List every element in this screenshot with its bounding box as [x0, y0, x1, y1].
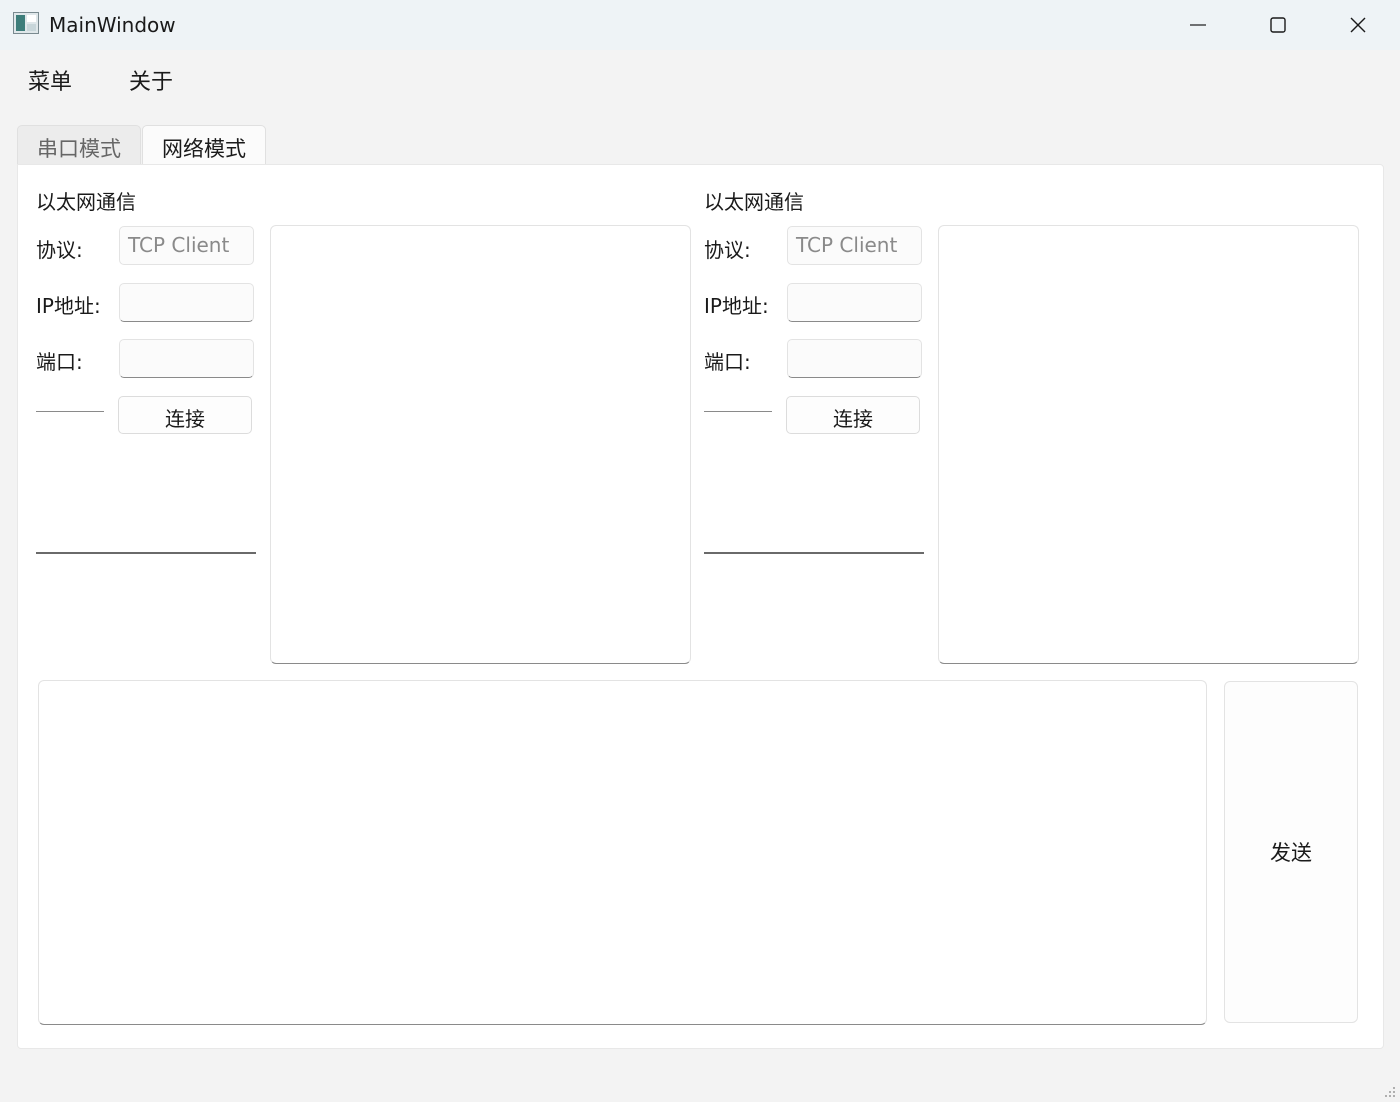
right-port-input[interactable]	[787, 339, 922, 378]
right-divider-long	[704, 552, 924, 554]
menu-bar: 菜单 关于	[0, 50, 1400, 106]
menu-item-menu[interactable]: 菜单	[28, 64, 72, 96]
app-icon	[13, 12, 39, 34]
tab-panel-network: 以太网通信 协议: TCP Client IP地址: 端口: 连接 以太网通信 …	[17, 164, 1384, 1049]
send-button[interactable]: 发送	[1224, 681, 1358, 1023]
left-ip-label: IP地址:	[36, 294, 101, 318]
left-protocol-label: 协议:	[36, 238, 83, 262]
left-port-input[interactable]	[119, 339, 254, 378]
close-icon	[1350, 17, 1366, 33]
left-divider-long	[36, 552, 256, 554]
right-connect-button[interactable]: 连接	[786, 396, 920, 434]
right-ip-label: IP地址:	[704, 294, 769, 318]
left-ip-input[interactable]	[119, 283, 254, 322]
right-divider-short	[704, 411, 772, 412]
right-ip-input[interactable]	[787, 283, 922, 322]
left-group-title: 以太网通信	[36, 190, 136, 214]
minimize-icon	[1190, 24, 1206, 26]
right-group-title: 以太网通信	[704, 190, 804, 214]
left-connect-button[interactable]: 连接	[118, 396, 252, 434]
tab-serial-mode[interactable]: 串口模式	[17, 125, 141, 165]
send-textbox[interactable]	[38, 680, 1207, 1025]
right-protocol-label: 协议:	[704, 238, 751, 262]
menu-item-about[interactable]: 关于	[129, 64, 173, 96]
left-port-label: 端口:	[36, 350, 83, 374]
main-window: MainWindow 菜单 关于 串口模式 网络模式 以太网通信 协议: TCP…	[0, 0, 1400, 1100]
title-bar[interactable]: MainWindow	[0, 0, 1400, 50]
right-port-label: 端口:	[704, 350, 751, 374]
tab-network-mode[interactable]: 网络模式	[142, 125, 266, 165]
minimize-button[interactable]	[1158, 0, 1238, 50]
maximize-icon	[1270, 17, 1286, 33]
maximize-button[interactable]	[1238, 0, 1318, 50]
close-button[interactable]	[1318, 0, 1398, 50]
right-protocol-combo[interactable]: TCP Client	[787, 226, 922, 265]
left-protocol-combo[interactable]: TCP Client	[119, 226, 254, 265]
right-receive-textbox[interactable]	[938, 225, 1359, 664]
resize-grip-icon[interactable]	[1382, 1083, 1396, 1097]
left-receive-textbox[interactable]	[270, 225, 691, 664]
left-divider-short	[36, 411, 104, 412]
window-title: MainWindow	[49, 13, 176, 37]
